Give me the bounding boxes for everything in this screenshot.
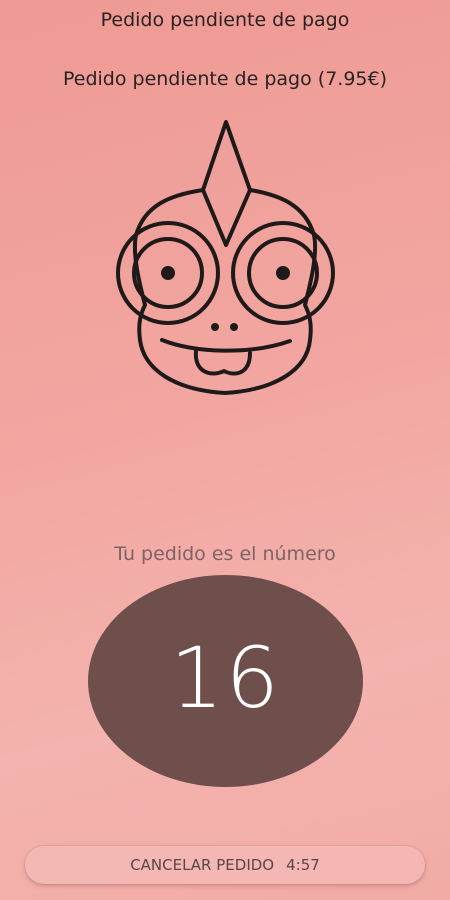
payment-pending-amount: Pedido pendiente de pago (7.95€)	[62, 68, 387, 90]
cancel-order-label: CANCELAR PEDIDO	[130, 856, 275, 874]
cancel-order-button[interactable]: CANCELAR PEDIDO 4:57	[25, 846, 425, 884]
cancel-countdown: 4:57	[286, 856, 320, 874]
chameleon-face-icon	[116, 120, 335, 395]
page-title: Pedido pendiente de pago	[100, 9, 350, 31]
order-number: 16	[170, 629, 281, 727]
order-number-badge: 16	[88, 575, 363, 787]
order-number-label: Tu pedido es el número	[114, 543, 336, 565]
